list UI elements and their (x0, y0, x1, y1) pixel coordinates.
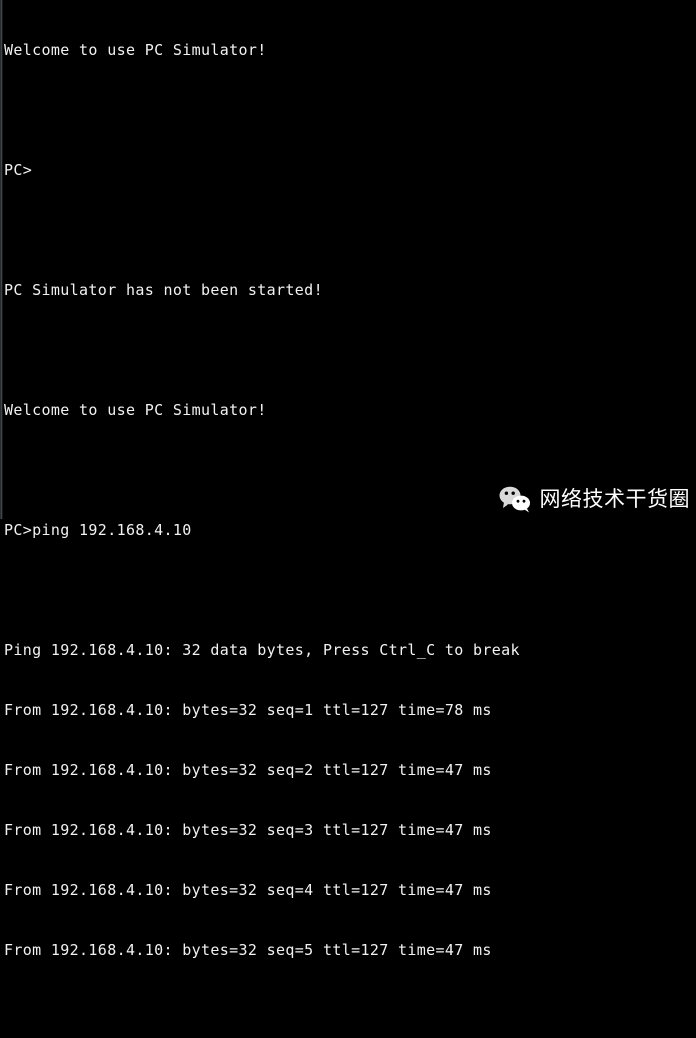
terminal-window[interactable]: Welcome to use PC Simulator! PC> PC Simu… (0, 0, 696, 959)
watermark: 网络技术干货圈 (498, 485, 691, 513)
watermark-text: 网络技术干货圈 (539, 487, 690, 511)
console-line: From 192.168.4.10: bytes=32 seq=1 ttl=12… (4, 701, 492, 719)
console-line: PC Simulator has not been started! (4, 281, 323, 299)
console-line: Welcome to use PC Simulator! (4, 41, 267, 59)
console-line: PC> (4, 161, 33, 179)
terminal-left-edge (0, 0, 3, 519)
console-output: Welcome to use PC Simulator! PC> PC Simu… (4, 0, 692, 1038)
console-line: From 192.168.4.10: bytes=32 seq=5 ttl=12… (4, 941, 492, 959)
console-line: From 192.168.4.10: bytes=32 seq=3 ttl=12… (4, 821, 492, 839)
console-line: From 192.168.4.10: bytes=32 seq=4 ttl=12… (4, 881, 492, 899)
console-command-line: PC>ping 192.168.4.10 (4, 521, 192, 539)
console-line: From 192.168.4.10: bytes=32 seq=2 ttl=12… (4, 761, 492, 779)
console-line: Ping 192.168.4.10: 32 data bytes, Press … (4, 641, 520, 659)
wechat-icon (499, 486, 530, 513)
console-line: Welcome to use PC Simulator! (4, 401, 267, 419)
